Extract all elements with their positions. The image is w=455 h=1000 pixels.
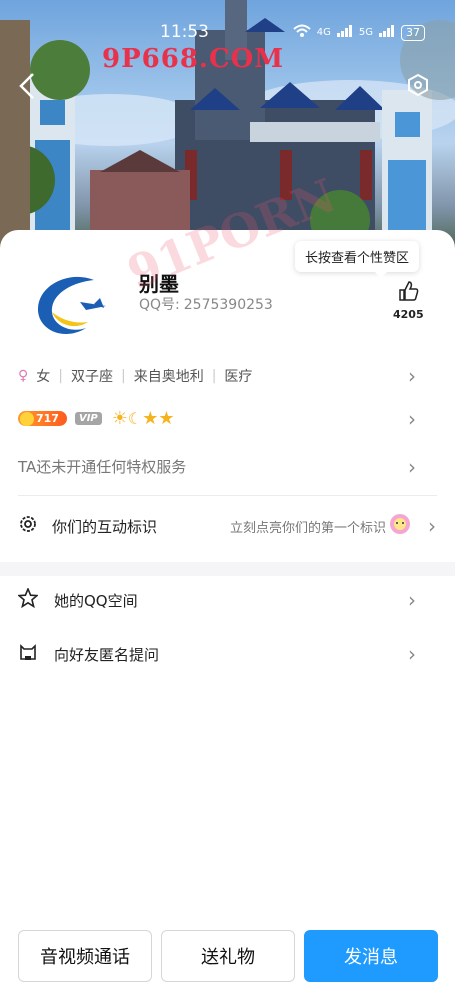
- profile-card: 别墨 QQ号: 2575390253 长按查看个性赞区 4205 ♀ 女 | 双子…: [0, 230, 455, 1000]
- info-location: 来自奥地利: [133, 369, 204, 385]
- info-industry: 医疗: [224, 369, 253, 385]
- separator: |: [58, 368, 63, 384]
- chevron-right-icon: ›: [428, 514, 436, 538]
- send-gift-button[interactable]: 送礼物: [161, 930, 295, 982]
- signal-icon: [379, 25, 395, 40]
- bottom-action-bar: 音视频通话 送礼物 发消息: [18, 930, 438, 982]
- separator: |: [120, 368, 126, 384]
- anon-question-label: 向好友匿名提问: [54, 645, 160, 664]
- profile-info-row[interactable]: ♀ 女 | 双子座 | 来自奥地利 | 医疗 ›: [18, 364, 438, 388]
- send-message-button[interactable]: 发消息: [304, 930, 438, 982]
- thumbs-up-icon: [399, 281, 419, 301]
- chevron-right-icon: ›: [408, 406, 416, 431]
- interaction-label: 你们的互动标识: [52, 517, 158, 536]
- sun-icon: ☀: [111, 408, 128, 429]
- divider: [18, 495, 437, 496]
- status-time: 11:53: [160, 22, 209, 42]
- qq-number: 2575390253: [183, 297, 273, 313]
- watermark-text: 9P668.COM: [102, 44, 285, 74]
- anon-question-row[interactable]: 向好友匿名提问 ›: [18, 642, 438, 666]
- network-label-a: 4G: [316, 27, 331, 38]
- qzone-label: 她的QQ空间: [54, 591, 138, 610]
- gear-badge-icon: [18, 514, 38, 538]
- star-icon: ★: [142, 408, 159, 429]
- hexagon-icon: [408, 73, 428, 97]
- chevron-right-icon: ›: [408, 588, 416, 612]
- battery-indicator: 37: [401, 24, 425, 41]
- star-icon: ★: [158, 408, 175, 429]
- vip-badge: VIP: [74, 412, 102, 425]
- section-gap: [0, 562, 455, 576]
- wifi-icon: [293, 24, 311, 41]
- settings-hex-button[interactable]: [407, 73, 429, 97]
- qq-number-row[interactable]: QQ号: 2575390253: [139, 294, 273, 314]
- qzone-row[interactable]: 她的QQ空间 ›: [16, 586, 438, 612]
- like-count: 4205: [393, 308, 424, 321]
- like-tooltip: 长按查看个性赞区: [294, 241, 419, 278]
- flower-emoji-icon: [386, 512, 414, 540]
- status-bar: 11:53 4G 5G 37: [0, 22, 455, 44]
- interaction-hint: 立刻点亮你们的第一个标识: [229, 520, 386, 536]
- network-label-b: 5G: [358, 27, 373, 38]
- interaction-row[interactable]: 你们的互动标识 立刻点亮你们的第一个标识 ›: [18, 514, 438, 538]
- info-zodiac: 双子座: [70, 369, 113, 385]
- signal-icon: [336, 25, 353, 40]
- status-icons: 4G 5G 37: [293, 24, 425, 41]
- video-call-button[interactable]: 音视频通话: [18, 930, 152, 982]
- female-icon: ♀: [18, 368, 29, 384]
- star-outline-icon: [16, 586, 40, 612]
- info-gender: 女: [36, 369, 51, 385]
- qq-label: QQ号:: [139, 297, 180, 313]
- privilege-row[interactable]: TA还未开通任何特权服务 ›: [18, 454, 438, 479]
- back-button[interactable]: [18, 72, 36, 108]
- level-badge: 717: [18, 411, 67, 426]
- chevron-right-icon: ›: [408, 454, 416, 479]
- moon-icon: ☾: [127, 409, 143, 428]
- level-row[interactable]: 717 VIP ☀ ☾ ★ ★ ›: [18, 406, 438, 431]
- avatar-logo-icon: [37, 276, 106, 335]
- chevron-right-icon: ›: [408, 364, 416, 388]
- privilege-text: TA还未开通任何特权服务: [18, 458, 187, 476]
- chevron-left-icon: [19, 73, 34, 99]
- cat-bag-icon: [18, 642, 38, 666]
- avatar[interactable]: [24, 250, 118, 344]
- like-button[interactable]: 4205: [393, 280, 424, 321]
- chevron-right-icon: ›: [408, 642, 416, 666]
- separator: |: [211, 368, 217, 384]
